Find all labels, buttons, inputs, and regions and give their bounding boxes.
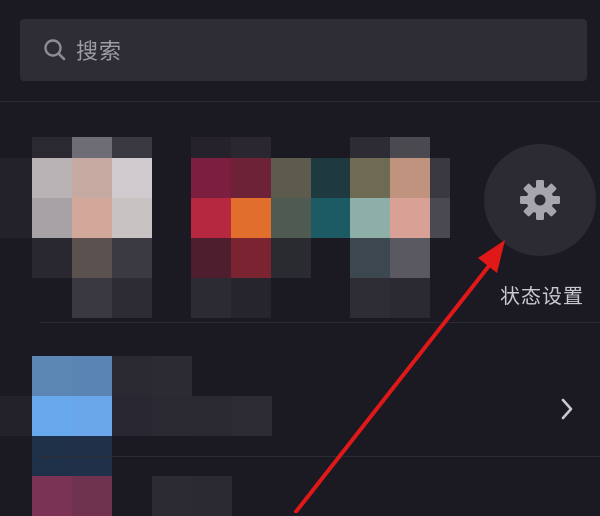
search-bar[interactable]: 搜索 [20,19,587,81]
status-settings-label[interactable]: 状态设置 [490,280,594,309]
search-icon [44,39,66,61]
divider [40,456,600,457]
status-settings-button[interactable] [484,144,596,256]
search-input[interactable]: 搜索 [76,34,122,66]
divider [0,101,600,102]
chevron-right-icon [559,396,575,422]
divider [40,322,600,323]
gear-icon [520,180,560,220]
